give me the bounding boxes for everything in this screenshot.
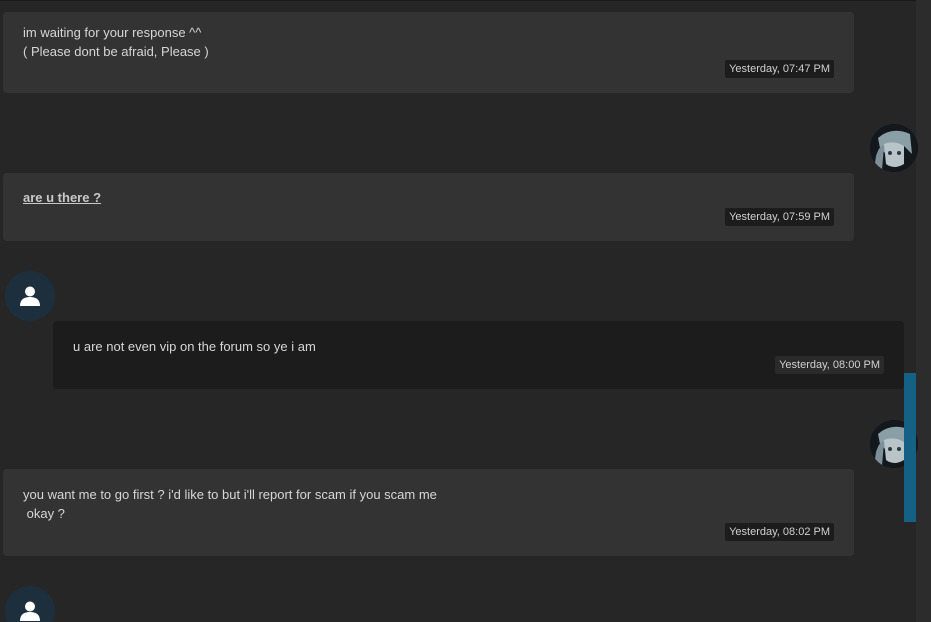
- message-bubble: are u there ? Yesterday, 07:59 PM: [3, 173, 854, 241]
- message-text: you want me to go first ? i'd like to bu…: [23, 487, 437, 521]
- conversation-view: im waiting for your response ^^ ( Please…: [0, 0, 931, 622]
- scrollbar-thumb[interactable]: [904, 373, 916, 522]
- user-icon: [20, 286, 40, 306]
- user-icon: [20, 601, 40, 621]
- message-timestamp: Yesterday, 08:02 PM: [725, 523, 834, 541]
- message-timestamp: Yesterday, 08:00 PM: [775, 356, 884, 374]
- top-border: [0, 0, 931, 1]
- anime-avatar-icon: [870, 124, 918, 172]
- message-text: u are not even vip on the forum so ye i …: [73, 339, 316, 354]
- message-timestamp: Yesterday, 07:47 PM: [725, 60, 834, 78]
- scrollbar-track[interactable]: [916, 0, 931, 622]
- message-text: im waiting for your response ^^ ( Please…: [23, 25, 209, 59]
- message-bubble: u are not even vip on the forum so ye i …: [53, 321, 904, 389]
- sender-avatar[interactable]: [870, 124, 918, 172]
- receiver-avatar[interactable]: [5, 271, 55, 321]
- message-bubble: im waiting for your response ^^ ( Please…: [3, 12, 854, 93]
- message-text[interactable]: are u there ?: [23, 188, 101, 207]
- message-timestamp: Yesterday, 07:59 PM: [725, 208, 834, 226]
- message-bubble: you want me to go first ? i'd like to bu…: [3, 469, 854, 556]
- receiver-avatar[interactable]: [5, 586, 55, 622]
